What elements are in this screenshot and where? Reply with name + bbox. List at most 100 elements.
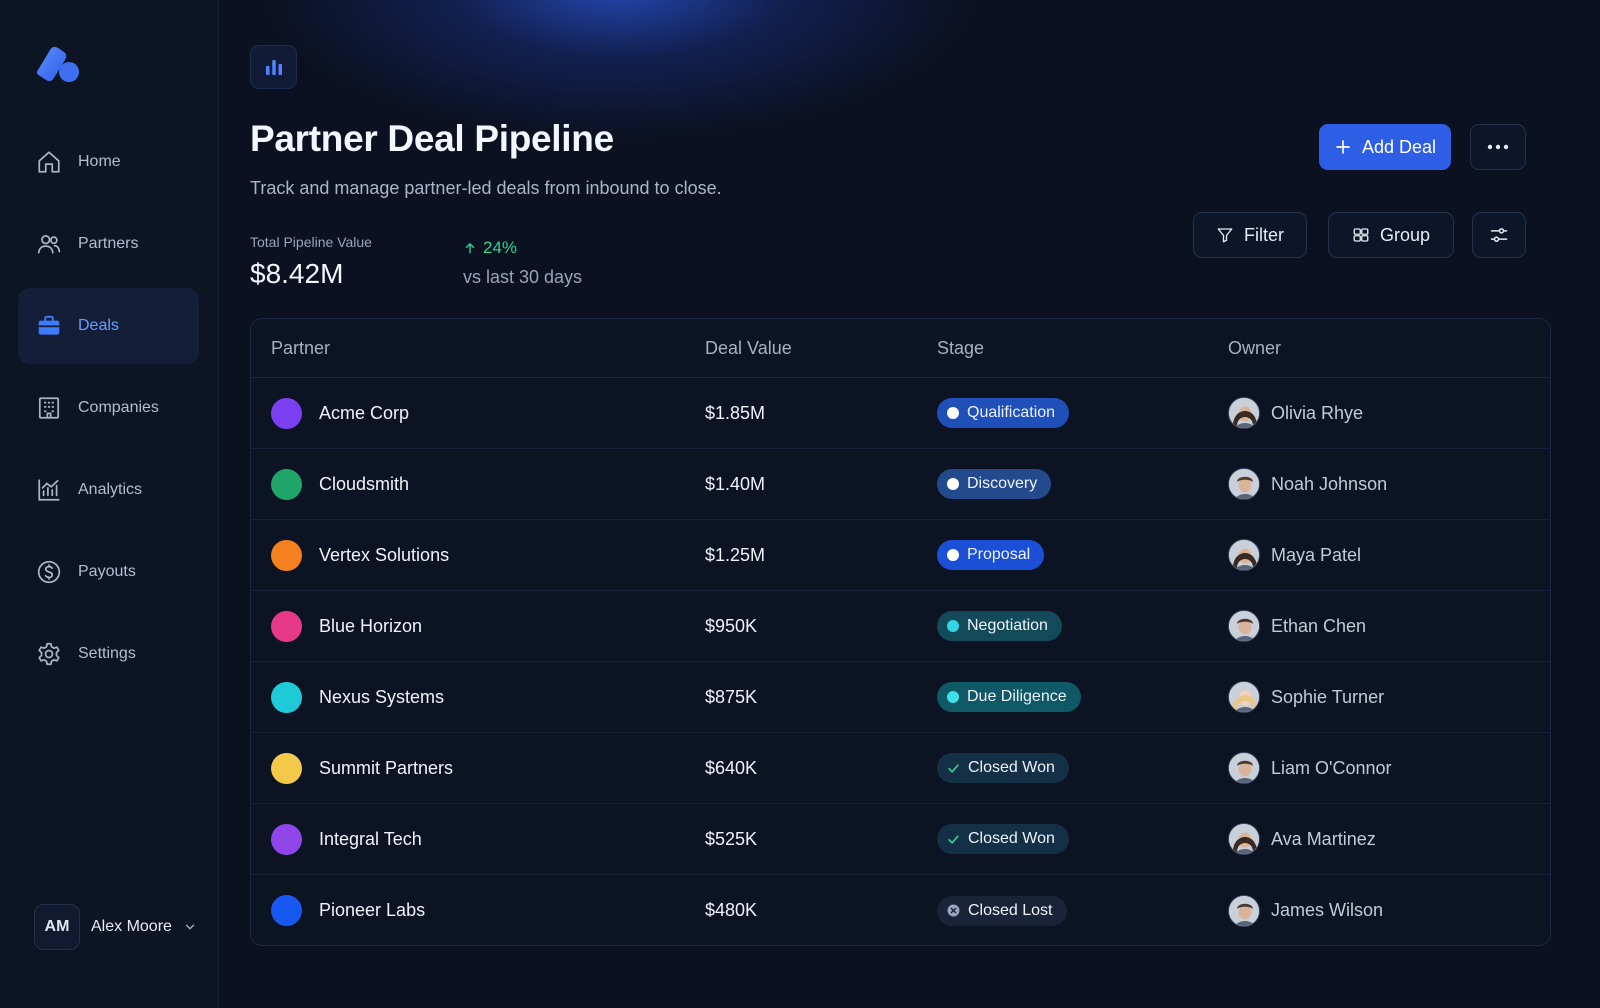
dollar-icon [37,560,61,584]
column-header-partner[interactable]: Partner [251,338,705,359]
column-header-owner[interactable]: Owner [1228,338,1550,359]
stage-badge[interactable]: Due Diligence [937,682,1081,712]
partner-name[interactable]: Acme Corp [319,403,409,424]
owner-name[interactable]: Noah Johnson [1271,474,1387,495]
deal-value: $1.25M [705,544,766,565]
stage-label: Negotiation [967,617,1048,634]
owner-avatar [1228,894,1260,927]
group-button[interactable]: Group [1328,212,1454,258]
table-row[interactable]: Pioneer Labs $480K Closed Lost James Wilson [251,875,1550,946]
check-icon [948,834,959,844]
chart-icon [250,45,297,89]
chevron-down-icon [185,924,195,930]
owner-avatar [1228,468,1260,500]
filter-button[interactable]: Filter [1193,212,1307,258]
partner-cell: Vertex Solutions [251,539,705,571]
sidebar-item-label: Settings [78,645,136,662]
x-circle-icon [947,904,960,917]
partner-color-dot [271,468,302,500]
partner-name[interactable]: Blue Horizon [319,616,422,637]
stage-cell: Closed Won [937,753,1228,783]
group-icon [1353,228,1369,242]
check-icon [948,763,959,773]
owner-avatar [1228,610,1260,642]
owner-name[interactable]: James Wilson [1271,900,1383,921]
stage-label: Discovery [967,475,1038,492]
owner-avatar [1228,397,1260,429]
user-menu[interactable]: AM Alex Moore [34,904,197,950]
table-row[interactable]: Vertex Solutions $1.25M Proposal Maya Patel [251,520,1550,591]
users-icon [37,235,61,254]
stage-cell: Negotiation [937,611,1228,641]
stage-label: Proposal [967,546,1031,563]
sidebar-item-companies[interactable]: Companies [18,370,199,446]
table-row[interactable]: Nexus Systems $875K Due Diligence Sophie Tu… [251,662,1550,733]
partner-name[interactable]: Integral Tech [319,829,422,850]
stage-dot [947,691,959,703]
sidebar-item-analytics[interactable]: Analytics [18,452,199,528]
owner-cell: Olivia Rhye [1228,397,1550,429]
owner-cell: Sophie Turner [1228,681,1550,713]
stage-badge[interactable]: Qualification [937,398,1070,428]
owner-name[interactable]: Liam O'Connor [1271,758,1392,779]
deal-value: $1.85M [705,402,766,423]
sidebar: Home Partners Deals Companies Analytics … [0,0,219,1008]
partner-color-dot [271,895,302,926]
deal-value: $640K [705,757,758,778]
stage-badge[interactable]: Negotiation [937,611,1062,641]
stage-dot [947,407,959,419]
table-row[interactable]: Acme Corp $1.85M Qualification Olivia Rhye [251,378,1550,449]
sidebar-item-label: Companies [78,399,159,416]
table-row[interactable]: Blue Horizon $950K Negotiation Ethan Chen [251,591,1550,662]
sidebar-item-payouts[interactable]: Payouts [18,534,199,610]
stage-badge[interactable]: Closed Won [937,753,1069,783]
sidebar-item-partners[interactable]: Partners [18,206,199,282]
table-row[interactable]: Summit Partners $640K Closed Won Liam O'Con… [251,733,1550,804]
briefcase-icon [38,315,60,335]
owner-name[interactable]: Olivia Rhye [1271,403,1363,424]
pipeline-delta: 24% [463,238,517,258]
partner-name[interactable]: Pioneer Labs [319,900,425,921]
stage-dot [947,478,959,490]
sidebar-nav: Home Partners Deals Companies Analytics … [18,124,199,698]
partner-color-dot [271,610,302,642]
owner-name[interactable]: Maya Patel [1271,545,1361,566]
partner-cell: Cloudsmith [251,468,705,500]
arrow-up-icon [465,242,475,254]
partner-name[interactable]: Nexus Systems [319,687,444,708]
sliders-icon [1490,228,1508,242]
owner-avatar [1228,539,1260,571]
building-icon [38,397,60,419]
settings-sliders-button[interactable] [1472,212,1526,258]
stage-badge[interactable]: Closed Won [937,824,1069,854]
sidebar-item-settings[interactable]: Settings [18,616,199,692]
stage-cell: Closed Won [937,824,1228,854]
stage-badge[interactable]: Proposal [937,540,1045,570]
sidebar-item-deals[interactable]: Deals [18,288,199,364]
app-logo[interactable] [34,44,82,84]
stage-badge[interactable]: Discovery [937,469,1052,499]
sidebar-item-home[interactable]: Home [18,124,199,200]
column-header-stage[interactable]: Stage [937,338,1228,359]
column-header-deal-value[interactable]: Deal Value [705,338,937,359]
partner-cell: Nexus Systems [251,681,705,713]
owner-name[interactable]: Ava Martinez [1271,829,1376,850]
owner-avatar [1228,752,1260,784]
partner-name[interactable]: Cloudsmith [319,474,409,495]
owner-name[interactable]: Ethan Chen [1271,616,1366,637]
partner-name[interactable]: Vertex Solutions [319,545,449,566]
table-row[interactable]: Cloudsmith $1.40M Discovery Noah Johnson [251,449,1550,520]
partner-color-dot [271,397,302,429]
owner-name[interactable]: Sophie Turner [1271,687,1384,708]
table-row[interactable]: Integral Tech $525K Closed Won Ava Martinez [251,804,1550,875]
owner-cell: James Wilson [1228,894,1550,927]
partner-cell: Integral Tech [251,823,705,855]
sidebar-item-label: Partners [78,235,139,252]
stage-label: Closed Won [968,759,1055,776]
add-deal-button[interactable]: Add Deal [1319,124,1451,170]
owner-cell: Noah Johnson [1228,468,1550,500]
owner-cell: Ethan Chen [1228,610,1550,642]
stage-badge[interactable]: Closed Lost [937,895,1067,926]
partner-name[interactable]: Summit Partners [319,758,453,779]
more-options-button[interactable] [1470,124,1526,170]
